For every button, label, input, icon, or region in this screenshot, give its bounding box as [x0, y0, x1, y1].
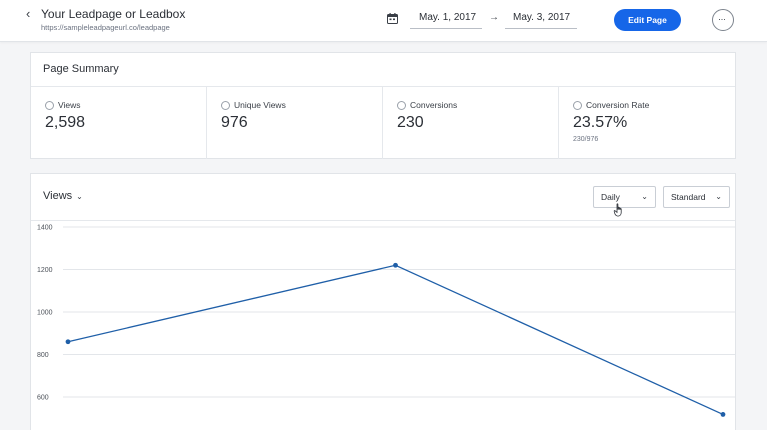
- edit-page-button[interactable]: Edit Page: [614, 9, 681, 31]
- stat-value: 2,598: [45, 114, 86, 131]
- end-date-field[interactable]: May. 3, 2017: [505, 9, 577, 29]
- views-line-chart: 1400 1200 1000 800 600: [37, 225, 735, 417]
- stat-label: Conversion Rate: [586, 100, 650, 110]
- y-tick-label: 800: [37, 352, 49, 359]
- top-bar: ‹ Your Leadpage or Leadbox https://sampl…: [0, 0, 767, 42]
- stat-views: Views 2,598: [31, 87, 207, 159]
- stat-conversion-rate: Conversion Rate 23.57% 230/976: [559, 87, 735, 159]
- start-date-field[interactable]: May. 1, 2017: [410, 9, 482, 29]
- stat-unique-views: Unique Views 976: [207, 87, 383, 159]
- y-tick-label: 1000: [37, 310, 53, 317]
- page-title: Your Leadpage or Leadbox: [41, 7, 186, 21]
- stat-label: Views: [58, 100, 81, 110]
- y-tick-label: 600: [37, 395, 49, 402]
- data-point[interactable]: [65, 339, 71, 345]
- conversion-icon: [397, 101, 406, 110]
- stat-label: Unique Views: [234, 100, 286, 110]
- calendar-icon[interactable]: [387, 13, 398, 24]
- stat-conversions: Conversions 230: [383, 87, 559, 159]
- arrow-right-icon: →: [489, 12, 499, 23]
- data-point[interactable]: [393, 262, 398, 268]
- data-point[interactable]: [720, 412, 726, 417]
- page-url: https://sampleleadpageurl.co/leadpage: [41, 23, 170, 32]
- eye-icon: [45, 101, 54, 110]
- user-icon: [221, 101, 230, 110]
- views-chart-card: Views ⌄ Daily ⌄ Standard ⌄ 1400 1200 1000 80…: [30, 173, 736, 430]
- more-horizontal-icon: ···: [718, 14, 726, 24]
- y-tick-label: 1200: [37, 267, 53, 274]
- chevron-left-icon[interactable]: ‹: [26, 7, 38, 21]
- stat-value: 976: [221, 114, 248, 131]
- rate-icon: [573, 101, 582, 110]
- page-summary-card: Page Summary Views 2,598 Unique Views 97…: [30, 52, 736, 159]
- y-tick-label: 1400: [37, 225, 53, 232]
- summary-title: Page Summary: [43, 63, 119, 75]
- stat-value: 23.57%: [573, 114, 628, 131]
- stat-subtext: 230/976: [573, 136, 599, 143]
- series-line: [67, 264, 724, 416]
- more-options-button[interactable]: ···: [712, 9, 734, 31]
- stat-value: 230: [397, 114, 424, 131]
- stat-label: Conversions: [410, 100, 458, 110]
